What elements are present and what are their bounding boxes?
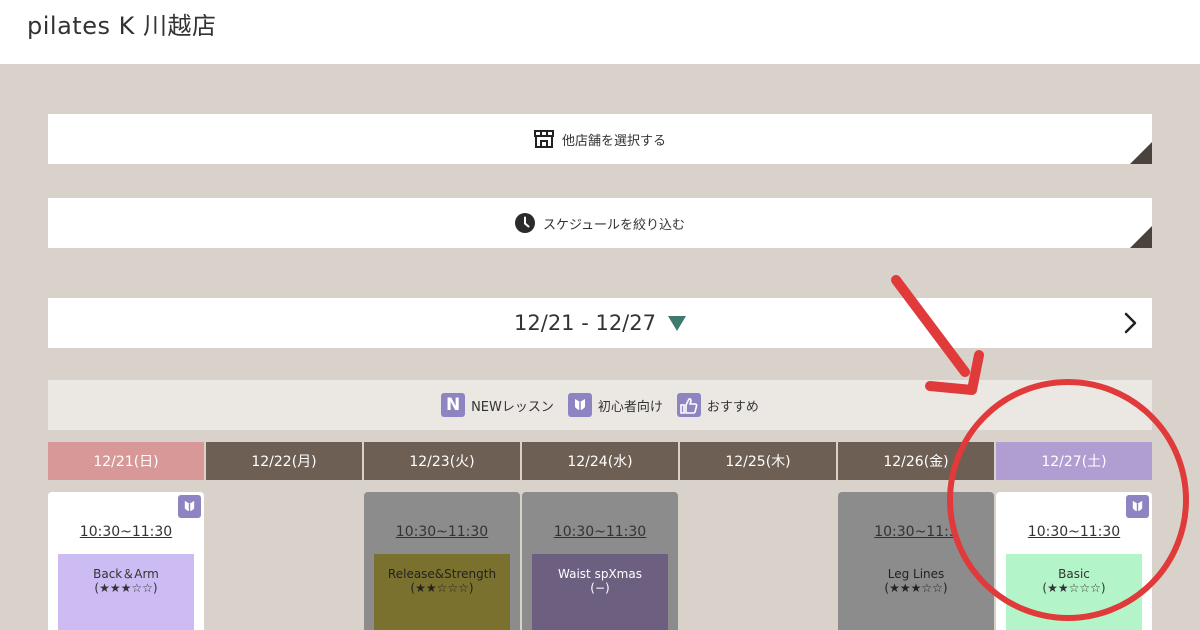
corner-triangle <box>1130 226 1152 248</box>
schedule-area: 他店舗を選択する スケジュールを絞り込む 12/21 - 12/27 N NEW… <box>0 64 1200 630</box>
lesson-level: (★★★☆☆) <box>884 581 948 595</box>
lesson-name: Basic <box>1058 567 1090 581</box>
select-other-store-label: 他店舗を選択する <box>561 133 666 149</box>
day-header[interactable]: 12/22(月) <box>206 442 362 480</box>
lesson-legend: N NEWレッスン 初心者向け おすすめ <box>48 380 1152 430</box>
lesson-name: Back＆Arm <box>93 567 159 581</box>
filter-schedule-button[interactable]: スケジュールを絞り込む <box>48 198 1152 248</box>
lesson-card[interactable]: 10:30~11:30 Release&Strength (★★☆☆☆) <box>364 492 520 630</box>
legend-label: 初心者向け <box>597 399 663 415</box>
legend-new-lesson: N NEWレッスン <box>441 393 554 417</box>
lesson-info[interactable]: Basic (★★☆☆☆) <box>1006 554 1142 630</box>
store-title: pilates K 川越店 <box>27 12 217 40</box>
lesson-time-link[interactable]: 10:30~11:30 <box>48 524 204 540</box>
beginner-icon <box>178 495 201 518</box>
legend-recommended: おすすめ <box>676 393 759 417</box>
lesson-card[interactable]: 10:30~11:3 Leg Lines (★★★☆☆) <box>838 492 994 630</box>
legend-label: おすすめ <box>706 399 759 415</box>
lesson-level: (−) <box>590 581 610 595</box>
top-bar: pilates K 川越店 <box>0 0 1200 64</box>
lesson-name: Waist spXmas <box>558 567 642 581</box>
lesson-level: (★★☆☆☆) <box>1042 581 1106 595</box>
day-header[interactable]: 12/27(土) <box>996 442 1152 480</box>
lesson-name: Leg Lines <box>887 567 945 581</box>
new-lesson-icon: N <box>441 393 466 417</box>
store-icon <box>533 130 554 148</box>
filter-schedule-label: スケジュールを絞り込む <box>542 217 686 233</box>
clock-icon <box>514 213 535 233</box>
lesson-card[interactable]: 10:30~11:30 Waist spXmas (−) <box>522 492 678 630</box>
lesson-level: (★★☆☆☆) <box>410 581 474 595</box>
lesson-info[interactable]: Back＆Arm (★★★☆☆) <box>58 554 194 630</box>
day-header[interactable]: 12/24(水) <box>522 442 678 480</box>
lesson-time-link[interactable]: 10:30~11:3 <box>838 524 994 540</box>
chevron-right-icon[interactable] <box>1124 311 1138 339</box>
lesson-time-link[interactable]: 10:30~11:30 <box>996 524 1152 540</box>
lesson-card[interactable]: 10:30~11:30 Back＆Arm (★★★☆☆) <box>48 492 204 630</box>
day-header[interactable]: 12/26(金) <box>838 442 994 480</box>
lesson-level: (★★★☆☆) <box>94 581 158 595</box>
thumbs-up-icon <box>676 393 701 417</box>
beginner-icon <box>1126 495 1149 518</box>
day-header[interactable]: 12/21(日) <box>48 442 204 480</box>
lesson-info[interactable]: Release&Strength (★★☆☆☆) <box>374 554 510 630</box>
lesson-name: Release&Strength <box>387 567 497 581</box>
day-header[interactable]: 12/25(木) <box>680 442 836 480</box>
legend-beginner: 初心者向け <box>567 393 663 417</box>
caret-down-icon[interactable] <box>667 315 686 331</box>
beginner-icon <box>567 393 592 417</box>
lesson-card[interactable]: 10:30~11:30 Basic (★★☆☆☆) <box>996 492 1152 630</box>
week-range: 12/21 - 12/27 <box>514 311 656 335</box>
lesson-time-link[interactable]: 10:30~11:30 <box>522 524 678 540</box>
lesson-info[interactable]: Leg Lines (★★★☆☆) <box>848 554 984 630</box>
select-other-store-button[interactable]: 他店舗を選択する <box>48 114 1152 164</box>
lesson-info[interactable]: Waist spXmas (−) <box>532 554 668 630</box>
day-header[interactable]: 12/23(火) <box>364 442 520 480</box>
corner-triangle <box>1130 142 1152 164</box>
legend-label: NEWレッスン <box>471 399 554 415</box>
week-selector[interactable]: 12/21 - 12/27 <box>48 298 1152 348</box>
lesson-time-link[interactable]: 10:30~11:30 <box>364 524 520 540</box>
